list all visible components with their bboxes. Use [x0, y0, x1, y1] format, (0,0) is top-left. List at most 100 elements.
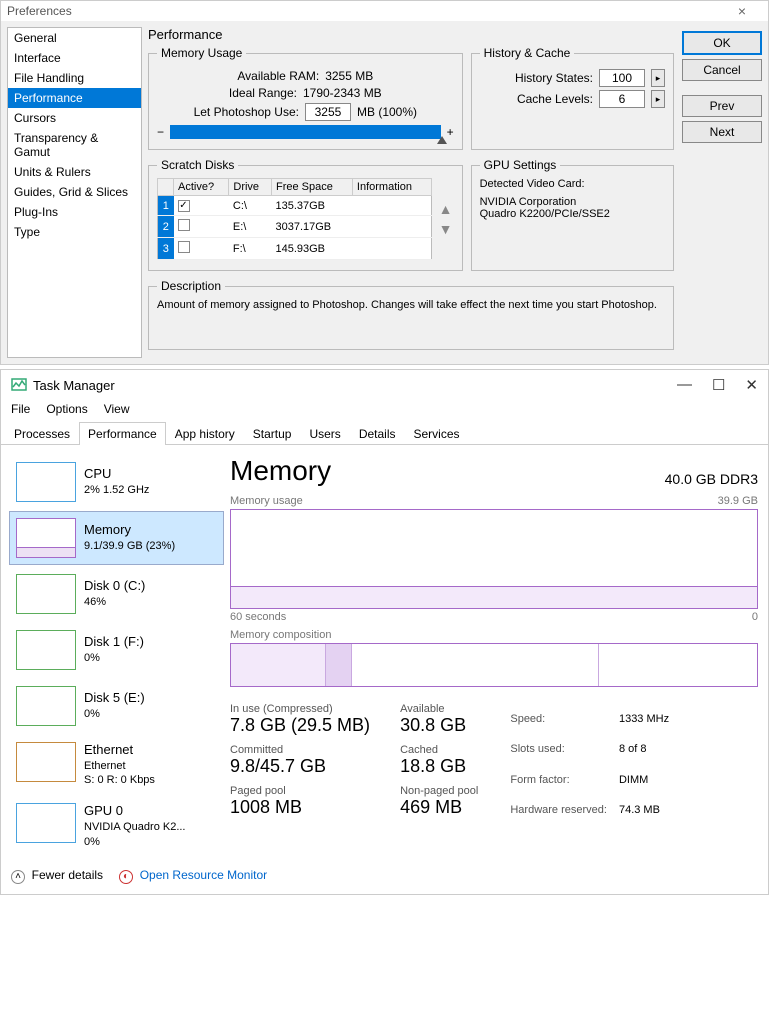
sidebar-item-interface[interactable]: Interface: [8, 48, 141, 68]
task-manager-window: Task Manager — ☐ ✕ File Options View Proce…: [0, 369, 769, 895]
close-icon[interactable]: ×: [722, 3, 762, 19]
info-cell: [352, 216, 431, 238]
resource-item-disk-0-c-[interactable]: Disk 0 (C:)46%: [9, 567, 224, 621]
preferences-categories: GeneralInterfaceFile HandlingPerformance…: [7, 27, 142, 358]
speed-value: 1333 MHz: [619, 705, 679, 733]
tab-performance[interactable]: Performance: [79, 422, 166, 445]
sidebar-item-guides-grid-slices[interactable]: Guides, Grid & Slices: [8, 182, 141, 202]
resource-item-disk-5-e-[interactable]: Disk 5 (E:)0%: [9, 679, 224, 733]
resource-item-cpu[interactable]: CPU2% 1.52 GHz: [9, 455, 224, 509]
fewer-details-button[interactable]: ˄ Fewer details: [11, 868, 103, 884]
slider-max-icon: +: [447, 125, 454, 139]
usage-chart-max: 39.9 GB: [718, 495, 758, 507]
resource-title: Disk 0 (C:): [84, 578, 145, 595]
open-resource-monitor-link[interactable]: ◐ Open Resource Monitor: [119, 868, 267, 884]
task-manager-title: Task Manager: [33, 378, 115, 393]
active-cell[interactable]: [174, 238, 229, 260]
menu-file[interactable]: File: [11, 402, 30, 416]
sidebar-item-file-handling[interactable]: File Handling: [8, 68, 141, 88]
resource-sub: 0%: [84, 651, 144, 665]
maximize-icon[interactable]: ☐: [712, 376, 725, 394]
task-manager-titlebar: Task Manager — ☐ ✕: [1, 370, 768, 400]
resource-sub: 9.1/39.9 GB (23%): [84, 539, 175, 553]
active-cell[interactable]: ✓: [174, 196, 229, 216]
hw-reserved-label: Hardware reserved:: [510, 796, 617, 824]
slider-handle-icon[interactable]: [437, 136, 447, 144]
sidebar-item-transparency-gamut[interactable]: Transparency & Gamut: [8, 128, 141, 162]
cached-value: 18.8 GB: [400, 756, 478, 777]
tab-processes[interactable]: Processes: [5, 422, 79, 445]
usage-chart-label: Memory usage: [230, 495, 303, 507]
history-states-input[interactable]: [599, 69, 645, 87]
history-cache-group: History & Cache History States: ▸ Cache …: [471, 46, 674, 150]
tab-users[interactable]: Users: [300, 422, 349, 445]
axis-left: 60 seconds: [230, 611, 286, 623]
speed-label: Speed:: [510, 705, 617, 733]
minimize-icon[interactable]: —: [677, 376, 692, 394]
sidebar-item-performance[interactable]: Performance: [8, 88, 141, 108]
close-icon[interactable]: ✕: [745, 376, 758, 394]
row-index: 1: [158, 196, 174, 216]
checkbox-icon[interactable]: [178, 219, 190, 231]
cancel-button[interactable]: Cancel: [682, 59, 762, 81]
paged-label: Paged pool: [230, 785, 370, 797]
cache-levels-input[interactable]: [599, 90, 645, 108]
table-row[interactable]: 3F:\145.93GB: [158, 238, 432, 260]
active-cell[interactable]: [174, 216, 229, 238]
sidebar-item-general[interactable]: General: [8, 28, 141, 48]
resource-item-disk-1-f-[interactable]: Disk 1 (F:)0%: [9, 623, 224, 677]
tab-services[interactable]: Services: [405, 422, 469, 445]
resource-item-gpu-0[interactable]: GPU 0NVIDIA Quadro K2...0%: [9, 796, 224, 855]
resource-sub: Ethernet: [84, 759, 155, 773]
sidebar-item-type[interactable]: Type: [8, 222, 141, 242]
spinner-icon[interactable]: ▸: [651, 69, 665, 87]
sidebar-item-plug-ins[interactable]: Plug-Ins: [8, 202, 141, 222]
sidebar-item-units-rulers[interactable]: Units & Rulers: [8, 162, 141, 182]
let-use-input[interactable]: [305, 103, 351, 121]
description-group: Description Amount of memory assigned to…: [148, 279, 674, 350]
task-manager-icon: [11, 377, 27, 393]
next-button[interactable]: Next: [682, 121, 762, 143]
slider-min-icon: −: [157, 125, 164, 139]
resource-thumb: [16, 686, 76, 726]
gpu-settings-legend: GPU Settings: [480, 158, 561, 172]
menu-view[interactable]: View: [104, 402, 130, 416]
scratch-disks-table: Active?DriveFree SpaceInformation 1✓C:\1…: [157, 178, 432, 260]
task-manager-footer: ˄ Fewer details ◐ Open Resource Monitor: [1, 858, 768, 894]
prev-button[interactable]: Prev: [682, 95, 762, 117]
table-row[interactable]: 2E:\3037.17GB: [158, 216, 432, 238]
spinner-icon[interactable]: ▸: [651, 90, 665, 108]
tab-startup[interactable]: Startup: [244, 422, 301, 445]
resource-item-ethernet[interactable]: EthernetEthernetS: 0 R: 0 Kbps: [9, 735, 224, 794]
move-up-icon[interactable]: ▲: [438, 201, 454, 217]
memory-specs: Speed:1333 MHz Slots used:8 of 8 Form fa…: [508, 703, 681, 826]
resource-sub: 2% 1.52 GHz: [84, 483, 149, 497]
resource-thumb: [16, 462, 76, 502]
checkbox-icon[interactable]: ✓: [178, 200, 190, 212]
ok-button[interactable]: OK: [682, 31, 762, 55]
detail-heading: Memory: [230, 455, 331, 487]
history-cache-legend: History & Cache: [480, 46, 575, 60]
description-text: Amount of memory assigned to Photoshop. …: [157, 299, 665, 311]
move-down-icon[interactable]: ▼: [438, 221, 454, 237]
resource-item-memory[interactable]: Memory9.1/39.9 GB (23%): [9, 511, 224, 565]
available-value: 30.8 GB: [400, 715, 478, 736]
tab-app-history[interactable]: App history: [166, 422, 244, 445]
tab-details[interactable]: Details: [350, 422, 405, 445]
resource-title: Memory: [84, 522, 175, 539]
gpu-settings-group: GPU Settings Detected Video Card: NVIDIA…: [471, 158, 674, 271]
free-space-cell: 3037.17GB: [271, 216, 352, 238]
info-cell: [352, 238, 431, 260]
resource-title: Ethernet: [84, 742, 155, 759]
resource-sub: 46%: [84, 595, 145, 609]
available-label: Available: [400, 703, 478, 715]
checkbox-icon[interactable]: [178, 241, 190, 253]
resource-detail: Memory 40.0 GB DDR3 Memory usage 39.9 GB…: [224, 455, 758, 858]
resource-thumb: [16, 630, 76, 670]
menu-options[interactable]: Options: [46, 402, 87, 416]
available-ram-label: Available RAM:: [237, 69, 319, 83]
gpu-vendor: NVIDIA Corporation: [480, 196, 665, 208]
table-row[interactable]: 1✓C:\135.37GB: [158, 196, 432, 216]
sidebar-item-cursors[interactable]: Cursors: [8, 108, 141, 128]
memory-slider[interactable]: [170, 125, 441, 139]
